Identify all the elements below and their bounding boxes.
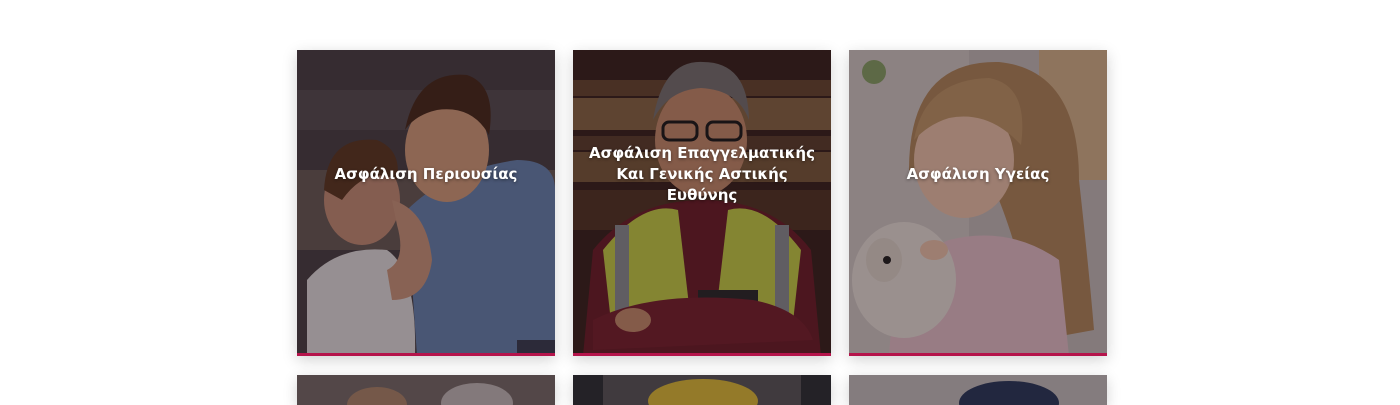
accent-bar [573, 353, 831, 356]
image-overlay [849, 375, 1107, 405]
card-row2-3[interactable] [849, 375, 1107, 405]
card-title: Ασφάλιση Επαγγελματικής Και Γενικής Αστι… [589, 143, 815, 204]
card-row2-1[interactable] [297, 375, 555, 405]
card-title: Ασφάλιση Υγείας [906, 164, 1050, 183]
card-property-insurance[interactable]: Ασφάλιση Περιουσίας [297, 50, 555, 356]
image-overlay [573, 375, 831, 405]
image-overlay [297, 375, 555, 405]
accent-bar [297, 353, 555, 356]
card-row2-2[interactable] [573, 375, 831, 405]
card-health-insurance[interactable]: Ασφάλιση Υγείας [849, 50, 1107, 356]
card-title: Ασφάλιση Περιουσίας [334, 164, 518, 183]
card-liability-insurance[interactable]: Ασφάλιση Επαγγελματικής Και Γενικής Αστι… [573, 50, 831, 356]
accent-bar [849, 353, 1107, 356]
